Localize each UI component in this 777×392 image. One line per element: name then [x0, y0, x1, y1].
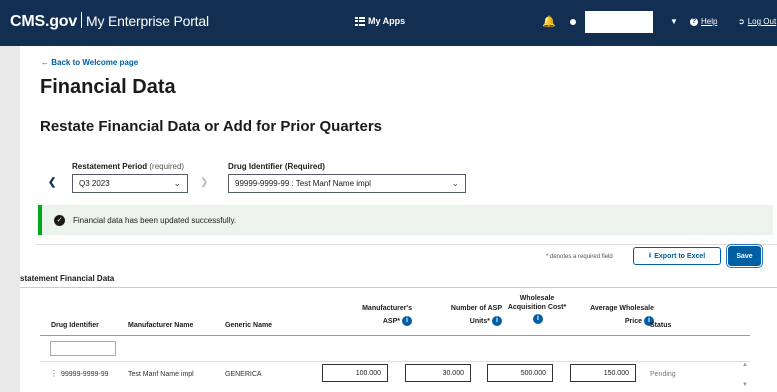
help-link[interactable]: ? Help: [690, 17, 717, 26]
chevron-down-icon: ⌄: [451, 178, 459, 188]
page-title: Financial Data: [40, 76, 176, 98]
header-generic-name: Generic Name: [225, 322, 273, 329]
row-divider: [40, 361, 750, 362]
restatement-period-label: Restatement Period (required): [72, 162, 184, 171]
header-wac-line1: Wholesale: [519, 295, 555, 302]
header-asp-line2: ASP*: [382, 317, 400, 325]
alert-message: Financial data has been updated successf…: [73, 215, 237, 225]
drug-identifier-filter-input[interactable]: [50, 341, 116, 356]
section-divider: [20, 287, 777, 288]
awp-input[interactable]: 150.000: [570, 364, 636, 382]
export-label: Export to Excel: [654, 252, 706, 260]
cell-status: Pending: [650, 371, 676, 378]
cell-generic-name: GENERICA: [225, 371, 262, 378]
info-icon[interactable]: i: [533, 314, 543, 324]
save-button[interactable]: Save: [726, 244, 763, 268]
restatement-period-label-text: Restatement Period: [72, 162, 148, 171]
bell-icon[interactable]: 🔔: [542, 15, 556, 28]
header-asp-line1: Manufacturer's: [362, 305, 412, 312]
cell-drug-identifier: 99999-9999-99: [61, 371, 109, 378]
header-units-line2: Units*: [469, 317, 490, 325]
check-circle-icon: ✓: [54, 214, 65, 226]
portal-name: My Enterprise Portal: [86, 13, 209, 29]
header-manufacturer-asp: Manufacturer's ASP* i: [320, 304, 412, 326]
info-icon[interactable]: i: [402, 316, 412, 326]
asp-input[interactable]: 100.000: [322, 364, 388, 382]
download-icon: ⭳: [648, 251, 652, 259]
my-apps-label: My Apps: [368, 16, 406, 26]
brand-divider: [81, 12, 83, 28]
back-link[interactable]: ← Back to Welcome page: [41, 58, 138, 67]
section-title: statement Financial Data: [20, 274, 115, 283]
help-label: Help: [701, 17, 718, 26]
header-awp-line2: Price: [624, 317, 642, 325]
table-header-divider: [40, 335, 750, 336]
header-drug-identifier: Drug Identifier: [51, 322, 99, 329]
scroll-down-icon[interactable]: ▼: [742, 382, 748, 388]
header-awp-line1: Average Wholesale: [590, 305, 654, 312]
top-nav-bar: CMS.gov My Enterprise Portal My Apps 🔔 ▼ …: [0, 0, 777, 46]
cell-manufacturer-name: Test Manf Name impl: [128, 371, 194, 378]
restatement-period-value: Q3 2023: [79, 179, 110, 188]
chevron-down-icon: ⌄: [173, 178, 181, 188]
export-to-excel-button[interactable]: ⭳ Export to Excel: [633, 247, 721, 265]
help-icon: ?: [690, 17, 698, 26]
drug-identifier-label: Drug Identifier (Required): [228, 162, 325, 171]
scroll-up-icon[interactable]: ▲: [742, 362, 748, 368]
brand-logo: CMS.gov: [10, 13, 78, 30]
previous-period-icon[interactable]: ❮: [48, 177, 56, 188]
chevron-down-icon[interactable]: ▼: [670, 17, 678, 26]
success-alert: ✓ Financial data has been updated succes…: [38, 205, 773, 235]
row-selector[interactable]: ⋮: [50, 369, 58, 378]
required-field-note: * denotes a required field: [546, 254, 613, 260]
user-name-redacted: [585, 11, 653, 33]
apps-grid-icon: [355, 16, 365, 26]
drug-identifier-select[interactable]: 99999-9999-99 : Test Manf Name impl ⌄: [228, 174, 466, 193]
page-subtitle: Restate Financial Data or Add for Prior …: [40, 118, 383, 135]
drug-identifier-value: 99999-9999-99 : Test Manf Name impl: [235, 179, 371, 188]
wac-input[interactable]: 500.000: [487, 364, 553, 382]
user-avatar-icon[interactable]: [570, 19, 576, 25]
logout-link[interactable]: ➲ Log Out: [738, 17, 776, 26]
asp-units-input[interactable]: 30.000: [405, 364, 471, 382]
my-apps-button[interactable]: My Apps: [355, 16, 405, 26]
logout-icon: ➲: [738, 17, 745, 26]
next-period-icon: ❯: [200, 177, 209, 188]
header-average-wholesale-price: Average Wholesale Price i: [568, 304, 654, 326]
brand[interactable]: CMS.gov My Enterprise Portal: [10, 12, 209, 31]
required-hint: (required): [149, 162, 185, 171]
header-manufacturer-name: Manufacturer Name: [128, 322, 194, 329]
logout-label: Log Out: [747, 17, 777, 26]
restatement-period-select[interactable]: Q3 2023 ⌄: [72, 174, 188, 193]
header-status: Status: [650, 322, 672, 329]
main-content: ← Back to Welcome page Financial Data Re…: [20, 46, 777, 392]
